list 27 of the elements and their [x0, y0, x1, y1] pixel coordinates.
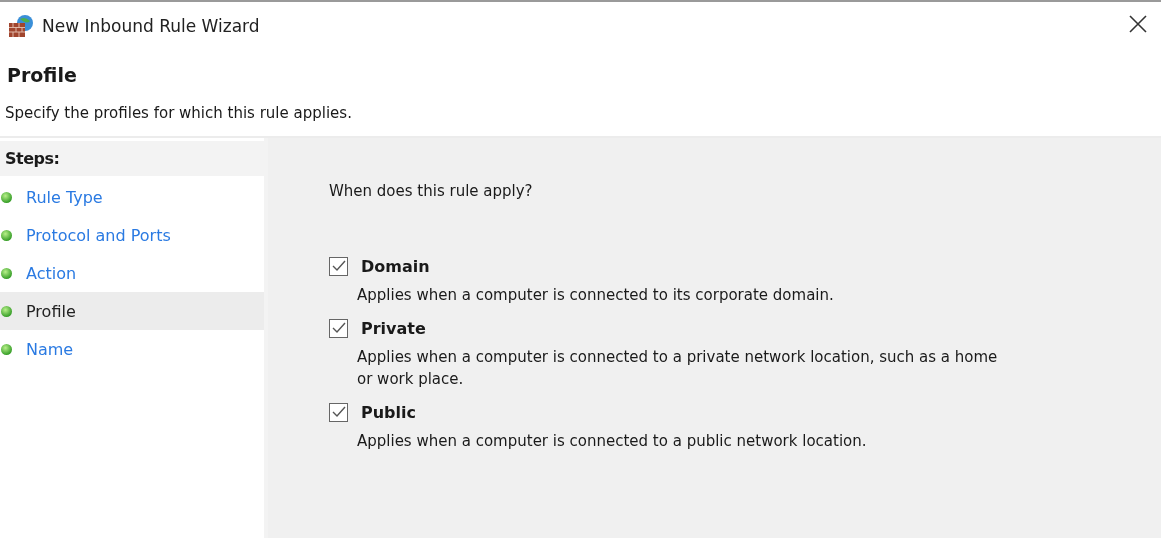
status-dot-icon [1, 305, 12, 317]
close-icon[interactable] [1129, 15, 1147, 33]
page-subtitle: Specify the profiles for which this rule applies. [4, 103, 353, 124]
firewall-icon [8, 14, 34, 38]
checkbox-label[interactable]: Private [361, 318, 426, 338]
option-description: Applies when a computer is connected to a public network location. [357, 431, 868, 452]
status-dot-icon [1, 267, 12, 279]
step-link[interactable]: Rule Type [26, 187, 103, 207]
checkbox-label[interactable]: Public [361, 402, 417, 422]
checkbox[interactable] [329, 256, 348, 276]
question-text: When does this rule apply? [329, 182, 534, 200]
checkbox[interactable] [329, 318, 348, 338]
window-title: New Inbound Rule Wizard [42, 16, 260, 36]
status-dot-icon [1, 343, 12, 355]
step-link[interactable]: Action [26, 263, 77, 283]
steps-heading: Steps: [0, 141, 264, 176]
page-title: Profile [6, 63, 78, 88]
step-link[interactable]: Name [26, 339, 74, 359]
step-link[interactable]: Protocol and Ports [26, 225, 171, 245]
status-dot-icon [1, 229, 12, 241]
step-label: Profile [26, 301, 76, 321]
checkbox[interactable] [329, 402, 348, 422]
status-dot-icon [1, 191, 12, 203]
step-row[interactable]: Profile [0, 292, 264, 330]
checkbox-label[interactable]: Domain [361, 256, 430, 276]
option-description: Applies when a computer is connected to its corporate domain. [357, 285, 835, 306]
option-description: Applies when a computer is connected to a private network location, such as a home or work place. [357, 347, 999, 390]
